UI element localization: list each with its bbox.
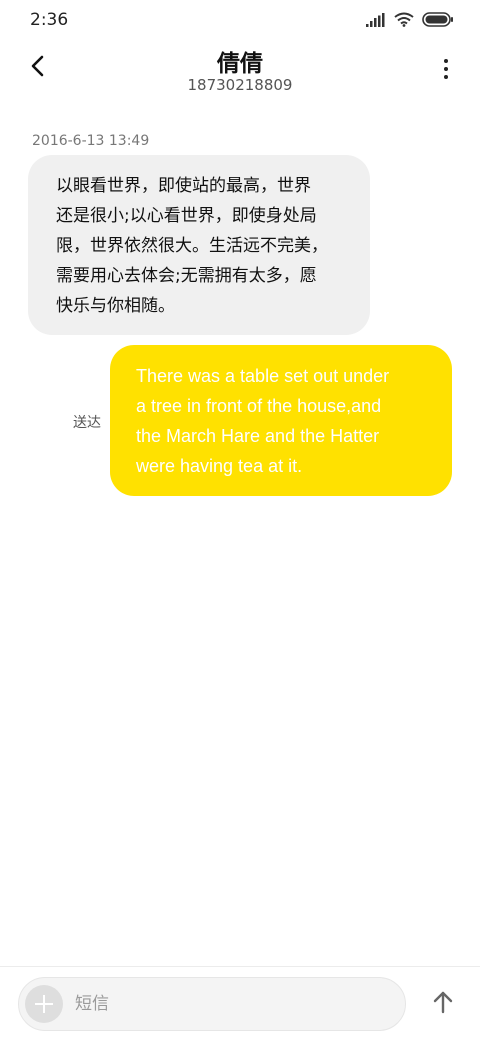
signal-icon (366, 12, 386, 31)
message-text-line: the March Hare and the Hatter (136, 426, 380, 446)
message-text-line: There was a table set out under (136, 366, 390, 386)
status-icons (366, 12, 454, 31)
compose-field (18, 977, 406, 1031)
status-time: 2:36 (30, 10, 69, 30)
message-text-line: 以眼看世界，即使站的最高，世界 (56, 176, 311, 196)
message-input[interactable] (75, 978, 395, 1030)
more-options-button[interactable] (434, 54, 458, 84)
wifi-icon (394, 12, 414, 31)
contact-name: 倩倩 (217, 51, 263, 77)
add-attachment-button[interactable] (25, 985, 63, 1023)
conversation-header: 倩倩 18730218809 (0, 40, 480, 110)
arrow-up-icon (432, 990, 454, 1018)
message-text-line: 需要用心去体会;无需拥有太多，愿 (56, 266, 317, 286)
message-text-line: 还是很小;以心看世界，即使身处局 (56, 206, 317, 226)
compose-bar (0, 966, 480, 1041)
status-bar: 2:36 (0, 0, 480, 40)
message-text-line: a tree in front of the house,and (136, 396, 382, 416)
send-button[interactable] (428, 989, 458, 1019)
message-text-line: 快乐与你相随。 (56, 296, 175, 316)
delivery-status: 送达 (73, 415, 101, 431)
message-text-line: 限，世界依然很大。生活远不完美， (56, 236, 328, 256)
message-timestamp: 2016-6-13 13:49 (32, 133, 150, 149)
more-vertical-icon-dot (444, 75, 448, 79)
outgoing-message-bubble[interactable]: There was a table set out under a tree i… (110, 345, 452, 496)
more-vertical-icon-dot (444, 59, 448, 63)
contact-phone-number: 18730218809 (187, 76, 293, 94)
incoming-message-bubble[interactable]: 以眼看世界，即使站的最高，世界 还是很小;以心看世界，即使身处局 限，世界依然很… (28, 155, 370, 335)
more-vertical-icon-dot (444, 67, 448, 71)
message-text-line: were having tea at it. (136, 456, 303, 476)
battery-icon (422, 12, 454, 31)
